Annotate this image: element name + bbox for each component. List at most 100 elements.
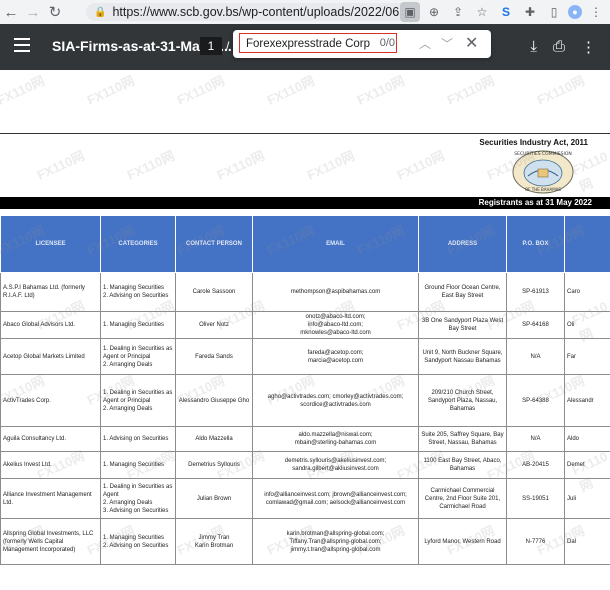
url-text: https://www.scb.gov.bs/wp-content/upload…	[112, 5, 409, 19]
table-row: Abaco Global Advisors Ltd.1. Managing Se…	[1, 312, 610, 339]
menu-icon[interactable]	[14, 38, 30, 54]
cell-address: Ground Floor Ocean Centre,East Bay Stree…	[419, 273, 507, 312]
cell-licensee: Allspring Global Investments, LLC(former…	[1, 519, 101, 565]
registrants-band: Registrants as at 31 May 2022	[0, 197, 610, 209]
cell-categories: 1. Managing Securities	[101, 312, 176, 339]
print-icon[interactable]: ⎙	[553, 38, 565, 56]
cell-contact: Julian Brown	[176, 479, 253, 519]
watermark-text: FX110网	[444, 70, 498, 109]
cell-extra: Caro	[565, 273, 610, 312]
cell-email: demetris.syllouris@akeliusinvest.com;san…	[253, 452, 419, 479]
table-row: Acetop Global Markets Limited1. Dealing …	[1, 339, 610, 375]
zoom-icon[interactable]: ⊕	[424, 2, 444, 22]
watermark-text: FX110网	[534, 70, 588, 109]
cell-extra: Dal	[565, 519, 610, 565]
cell-licensee: Abaco Global Advisors Ltd.	[1, 312, 101, 339]
avatar[interactable]: ●	[568, 5, 582, 19]
securities-commission-seal: SECURITIES COMMISSION OF THE BAHAMAS	[510, 146, 576, 194]
find-result-count: 0/0	[375, 37, 395, 49]
cell-email: onotz@abaco-ltd.com;info@abaco-ltd.com;m…	[253, 312, 419, 339]
cell-contact: Oliver Notz	[176, 312, 253, 339]
cell-pobox: N/A	[507, 339, 565, 375]
cell-extra: Aldo	[565, 427, 610, 452]
column-header	[565, 216, 610, 273]
cell-pobox: SP-64388	[507, 375, 565, 427]
table-header-row: LICENSEECATEGORIESCONTACT PERSONEMAILADD…	[1, 216, 610, 273]
table-row: Akelius Invest Ltd.1. Managing Securitie…	[1, 452, 610, 479]
watermark-text: FX110网	[84, 70, 138, 109]
more-options-icon[interactable]: ⋮	[581, 38, 596, 56]
seal-text-top: SECURITIES COMMISSION	[514, 151, 572, 157]
cell-categories: 1. Dealing in Securities asAgent or Prin…	[101, 339, 176, 375]
close-icon[interactable]: ✕	[465, 33, 478, 53]
table-row: ActivTrades Corp.1. Dealing in Securitie…	[1, 375, 610, 427]
cell-licensee: Acetop Global Markets Limited	[1, 339, 101, 375]
cell-categories: 1. Dealing in Securities asAgent2. Arran…	[101, 479, 176, 519]
cell-licensee: Alliance Investment Management Ltd.	[1, 479, 101, 519]
column-header: CONTACT PERSON	[176, 216, 253, 273]
column-header: P.O. BOX	[507, 216, 565, 273]
cell-pobox: SS-19051	[507, 479, 565, 519]
cell-pobox: SP-64168	[507, 312, 565, 339]
cell-email: agho@activtrades.com; cmorley@activtrade…	[253, 375, 419, 427]
cell-email: methompson@aspibahamas.com	[253, 273, 419, 312]
browser-toolbar: ← → ↻ 🔒 https://www.scb.gov.bs/wp-conten…	[0, 0, 610, 24]
cell-licensee: A.S.P.I Bahamas Ltd. (formerly R.I.A.F. …	[1, 273, 101, 312]
cell-extra: Alessandr	[565, 375, 610, 427]
lock-icon[interactable]: 🔒	[94, 7, 106, 18]
page-number-input[interactable]: 1	[200, 37, 222, 55]
cell-address: 1100 East Bay Street, Abaco,Bahamas	[419, 452, 507, 479]
cell-extra: Juli	[565, 479, 610, 519]
watermark-text: FX110网	[354, 70, 408, 109]
cell-email: karin.brotman@allspring-global.com;Tiffa…	[253, 519, 419, 565]
table-row: Allspring Global Investments, LLC(former…	[1, 519, 610, 565]
bookmark-star-icon[interactable]: ☆	[472, 2, 492, 22]
registrants-label: Registrants as at 31 May 2022	[479, 198, 592, 207]
cell-contact: Carole Sassoon	[176, 273, 253, 312]
find-previous-icon[interactable]: ︿	[419, 35, 431, 52]
cell-licensee: Aguila Consultancy Ltd.	[1, 427, 101, 452]
share-icon[interactable]: ⇪	[448, 2, 468, 22]
download-icon[interactable]: ⤓	[530, 38, 537, 56]
cell-address: 209/210 Church Street,Sandyport Plaza, N…	[419, 375, 507, 427]
forward-icon[interactable]: →	[22, 1, 44, 23]
cell-contact: Fareda Sands	[176, 339, 253, 375]
cell-categories: 1. Managing Securities2. Advising on Sec…	[101, 273, 176, 312]
pdf-open-icon[interactable]: ▣	[400, 2, 420, 22]
back-icon[interactable]: ←	[0, 1, 22, 23]
cell-categories: 1. Managing Securities	[101, 452, 176, 479]
cell-extra: Far	[565, 339, 610, 375]
find-bar: Forexexpresstrade Corp 0/0 ︿ ﹀ ✕	[233, 30, 491, 58]
kebab-menu-icon[interactable]: ⋮	[586, 2, 606, 22]
column-header: ADDRESS	[419, 216, 507, 273]
cell-address: Carmichael CommercialCentre, 2nd Floor S…	[419, 479, 507, 519]
column-header: CATEGORIES	[101, 216, 176, 273]
watermark-text: FX110网	[264, 70, 318, 109]
table-row: Aguila Consultancy Ltd.1. Advising on Se…	[1, 427, 610, 452]
table-row: A.S.P.I Bahamas Ltd. (formerly R.I.A.F. …	[1, 273, 610, 312]
cell-pobox: N-7776	[507, 519, 565, 565]
sidebar-icon[interactable]: ▯	[544, 2, 564, 22]
watermark-text: FX110网	[0, 70, 48, 109]
watermark-text: FX110网	[174, 70, 228, 109]
cell-licensee: ActivTrades Corp.	[1, 375, 101, 427]
find-next-icon[interactable]: ﹀	[441, 35, 453, 52]
cell-categories: 1. Dealing in Securities asAgent or Prin…	[101, 375, 176, 427]
cell-address: Lyford Manor, Western Road	[419, 519, 507, 565]
cell-pobox: AB-20415	[507, 452, 565, 479]
cell-pobox: SP-61913	[507, 273, 565, 312]
puzzle-icon[interactable]: ✚	[520, 2, 540, 22]
reload-icon[interactable]: ↻	[44, 1, 66, 23]
column-header: LICENSEE	[1, 216, 101, 273]
cell-pobox: N/A	[507, 427, 565, 452]
address-bar[interactable]: 🔒 https://www.scb.gov.bs/wp-content/uplo…	[86, 3, 416, 21]
cell-contact: Jimmy TranKarin Brotman	[176, 519, 253, 565]
find-input[interactable]: Forexexpresstrade Corp	[239, 33, 397, 53]
cell-contact: Alessandro Giuseppe Gho	[176, 375, 253, 427]
pdf-page: Securities Industry Act, 2011 SECURITIES…	[0, 70, 610, 589]
cell-address: Suite 205, Saffrey Square, BayStreet, Na…	[419, 427, 507, 452]
extension-icon[interactable]: S	[496, 2, 516, 22]
cell-categories: 1. Managing Securities2. Advising on Sec…	[101, 519, 176, 565]
cell-email: aldo.mazzella@niswal.com;mbain@sterling-…	[253, 427, 419, 452]
table-row: Alliance Investment Management Ltd.1. De…	[1, 479, 610, 519]
